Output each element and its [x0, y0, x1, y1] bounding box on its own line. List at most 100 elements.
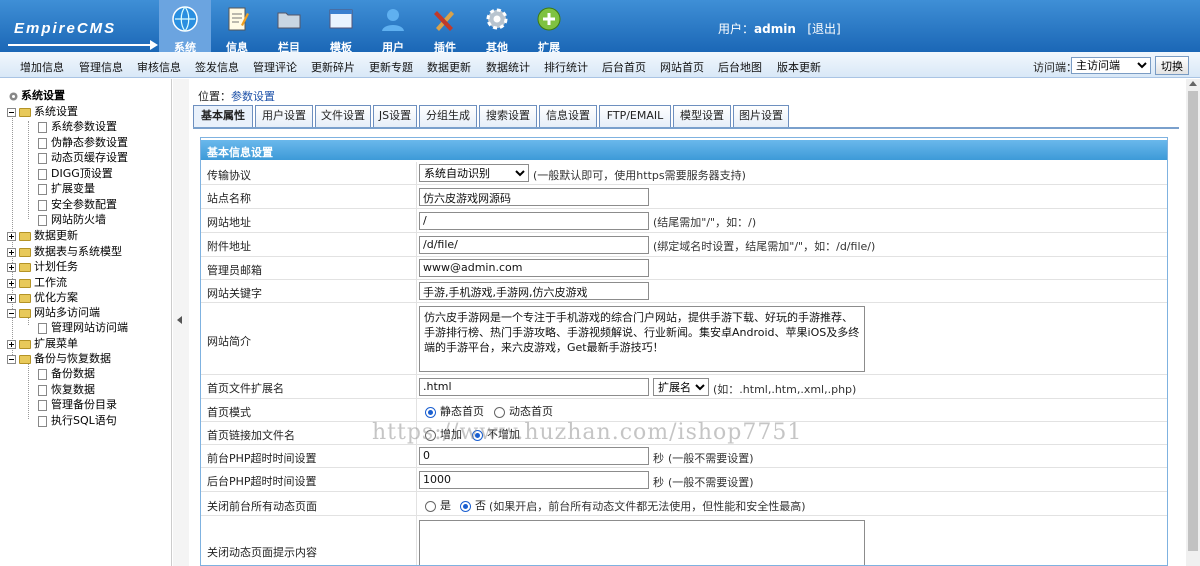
- menu-version-update[interactable]: 版本更新: [777, 59, 821, 75]
- visit-select[interactable]: 主访问端: [1071, 57, 1151, 74]
- extension-input[interactable]: .html: [419, 378, 649, 396]
- tree-item-system-params[interactable]: 系统参数设置: [38, 118, 117, 133]
- menu-data-update[interactable]: 数据更新: [427, 59, 471, 75]
- menu-manage-comments[interactable]: 管理评论: [253, 59, 297, 75]
- row-intro: 网站简介 仿六皮手游网是一个专注于手机游戏的综合门户网站，提供手游下载、好玩的手…: [201, 303, 1167, 375]
- tree-item-run-sql[interactable]: 执行SQL语句: [38, 412, 117, 427]
- close-message-textarea[interactable]: [419, 520, 865, 565]
- fileurl-input[interactable]: /d/file/: [419, 236, 649, 254]
- topnav-plugin[interactable]: 插件: [419, 0, 471, 54]
- tree-group-data-update[interactable]: 数据更新: [7, 227, 78, 242]
- expand-icon: [7, 247, 16, 257]
- siteurl-input[interactable]: /: [419, 212, 649, 230]
- tree-group-backup-restore[interactable]: 备份与恢复数据: [7, 350, 111, 365]
- tools-icon: [434, 11, 454, 31]
- radio-static-index[interactable]: 静态首页: [425, 403, 484, 419]
- tree-group-scheduled-tasks[interactable]: 计划任务: [7, 258, 78, 273]
- radio-add-filename[interactable]: 增加: [425, 426, 462, 442]
- menu-update-topics[interactable]: 更新专题: [369, 59, 413, 75]
- tree-group-system-settings[interactable]: 系统设置: [7, 103, 78, 118]
- intro-textarea[interactable]: 仿六皮手游网是一个专注于手机游戏的综合门户网站，提供手游下载、好玩的手游推荐、手…: [419, 306, 865, 372]
- tree-group-multi-access[interactable]: 网站多访问端: [7, 304, 100, 319]
- tab-user[interactable]: 用户设置: [255, 105, 313, 127]
- menu-review-info[interactable]: 审核信息: [137, 59, 181, 75]
- sitename-input[interactable]: 仿六皮游戏网源码: [419, 188, 649, 206]
- collapse-icon: [7, 308, 16, 318]
- breadcrumb-link[interactable]: 参数设置: [231, 90, 275, 103]
- tree-item-restore-data[interactable]: 恢复数据: [38, 381, 95, 396]
- tab-model[interactable]: 模型设置: [673, 105, 731, 127]
- tab-search[interactable]: 搜索设置: [479, 105, 537, 127]
- folder-icon: [19, 231, 31, 241]
- tree-group-workflow[interactable]: 工作流: [7, 274, 67, 289]
- radio-close-yes[interactable]: 是: [425, 497, 451, 513]
- menu-add-info[interactable]: 增加信息: [20, 59, 64, 75]
- radio-dynamic-index[interactable]: 动态首页: [494, 403, 553, 419]
- topnav-column[interactable]: 栏目: [263, 0, 315, 54]
- globe-icon: [172, 6, 198, 32]
- email-input[interactable]: www@admin.com: [419, 259, 649, 277]
- radio-no-filename[interactable]: 不增加: [472, 426, 520, 442]
- folder-icon: [19, 107, 31, 117]
- page-icon: [38, 183, 47, 195]
- tree-item-rewrite-params[interactable]: 伪静态参数设置: [38, 134, 128, 149]
- tree-item-extend-vars[interactable]: 扩展变量: [38, 180, 95, 195]
- tree-item-digg-settings[interactable]: DIGG顶设置: [38, 165, 113, 180]
- page-icon: [38, 121, 47, 133]
- back-timeout-input[interactable]: 1000: [419, 471, 649, 489]
- template-icon: [329, 9, 353, 29]
- user-info: 用户：admin [退出]: [718, 20, 841, 37]
- menu-manage-info[interactable]: 管理信息: [79, 59, 123, 75]
- topnav-other[interactable]: 其他: [471, 0, 523, 54]
- scrollbar-thumb[interactable]: [1188, 91, 1198, 551]
- tab-js[interactable]: JS设置: [373, 105, 417, 127]
- radio-checked-icon: [425, 406, 436, 418]
- switch-button[interactable]: 切换: [1155, 56, 1189, 75]
- tree-group-optimization[interactable]: 优化方案: [7, 289, 78, 304]
- tree-item-cache-settings[interactable]: 动态页缓存设置: [38, 149, 128, 164]
- tree-group-tables-models[interactable]: 数据表与系统模型: [7, 243, 122, 258]
- row-back-timeout: 后台PHP超时时间设置 1000 秒 (一般不需要设置): [201, 468, 1167, 492]
- page-icon: [38, 368, 47, 380]
- page-icon: [38, 415, 47, 427]
- tree-item-backup-dirs[interactable]: 管理备份目录: [38, 396, 117, 411]
- topnav-extend[interactable]: 扩展: [523, 0, 575, 54]
- tab-image[interactable]: 图片设置: [733, 105, 789, 127]
- tree-item-security-params[interactable]: 安全参数配置: [38, 196, 117, 211]
- tree-item-backup-data[interactable]: 备份数据: [38, 365, 95, 380]
- expand-icon: [7, 339, 16, 349]
- page-icon: [38, 384, 47, 396]
- tab-file[interactable]: 文件设置: [315, 105, 371, 127]
- tab-basic[interactable]: 基本属性: [193, 105, 253, 128]
- logout-link[interactable]: [退出]: [807, 22, 840, 36]
- main-scrollbar[interactable]: [1186, 79, 1200, 566]
- menu-admin-map[interactable]: 后台地图: [718, 59, 762, 75]
- menu-site-home[interactable]: 网站首页: [660, 59, 704, 75]
- menu-update-fragments[interactable]: 更新碎片: [311, 59, 355, 75]
- menu-sign-info[interactable]: 签发信息: [195, 59, 239, 75]
- keywords-input[interactable]: 手游,手机游戏,手游网,仿六皮游戏: [419, 282, 649, 300]
- tab-group-gen[interactable]: 分组生成: [419, 105, 477, 127]
- front-timeout-input[interactable]: 0: [419, 447, 649, 465]
- plus-icon: [537, 7, 561, 31]
- protocol-select[interactable]: 系统自动识别: [419, 164, 529, 182]
- menu-data-stats[interactable]: 数据统计: [486, 59, 530, 75]
- topnav-info[interactable]: 信息: [211, 0, 263, 54]
- collapse-sidebar-icon[interactable]: [177, 316, 182, 324]
- gear-icon: [486, 8, 508, 30]
- radio-close-no[interactable]: 否: [460, 497, 486, 513]
- topnav-system[interactable]: 系统: [159, 0, 211, 54]
- tree-item-firewall[interactable]: 网站防火墙: [38, 211, 106, 226]
- notepad-icon: [228, 7, 249, 31]
- menu-admin-home[interactable]: 后台首页: [602, 59, 646, 75]
- tree-item-manage-access[interactable]: 管理网站访问端: [38, 319, 128, 334]
- extension-select[interactable]: 扩展名: [653, 378, 709, 396]
- tab-info[interactable]: 信息设置: [539, 105, 597, 127]
- tree-group-extend-menu[interactable]: 扩展菜单: [7, 335, 78, 350]
- topnav-user[interactable]: 用户: [367, 0, 419, 54]
- row-extension: 首页文件扩展名 .html 扩展名 (如：.html,.htm,.xml,.ph…: [201, 375, 1167, 399]
- menu-rank-stats[interactable]: 排行统计: [544, 59, 588, 75]
- scroll-up-icon[interactable]: [1189, 81, 1197, 86]
- tab-ftp-email[interactable]: FTP/EMAIL: [599, 105, 671, 127]
- topnav-template[interactable]: 模板: [315, 0, 367, 54]
